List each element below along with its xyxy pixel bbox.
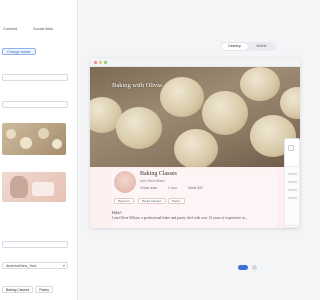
avatar-image-thumbnail[interactable]: [2, 172, 66, 202]
site-preview: Baking with Olivia Baking Classes with O…: [90, 58, 300, 228]
chip-baking-classes[interactable]: Baking Classes: [2, 286, 34, 293]
timezone-value: America/New_York: [6, 264, 37, 268]
category-chips: Baking Classes Pastry: [2, 286, 53, 293]
window-bar: [90, 58, 300, 67]
maximize-dot-icon: [104, 61, 107, 64]
avatar: [114, 171, 136, 193]
editor-tabs: Content Social links: [0, 22, 77, 36]
change-avatar-button[interactable]: Change avatar: [2, 48, 36, 55]
page-indicator-active[interactable]: [238, 265, 248, 270]
preview-pager: [238, 265, 257, 270]
greeting-text: Hello!: [112, 211, 122, 215]
chip-pastry[interactable]: Pastry: [35, 286, 53, 293]
tab-social-links[interactable]: Social links: [33, 26, 53, 31]
app-root: Content Social links Change avatar Ameri…: [0, 0, 300, 300]
cover-image-thumbnail[interactable]: [2, 123, 66, 155]
page-indicator[interactable]: [252, 265, 257, 270]
intro-text: I am Olivia Wilson, a professional baker…: [112, 216, 248, 220]
course-subtitle: with Olivia Wilson: [140, 179, 165, 183]
tag-bread-classes[interactable]: Bread Classes: [138, 198, 166, 204]
course-card: Baking Classes with Olivia Wilson Virtua…: [112, 169, 277, 228]
hero-image: Baking with Olivia: [90, 67, 300, 167]
chevron-down-icon: ▾: [62, 263, 65, 268]
tag-pastry[interactable]: Pastry: [168, 198, 185, 204]
content-section: Baking Classes with Olivia Wilson Virtua…: [90, 167, 300, 228]
calendar-icon: [288, 145, 294, 151]
editor-panel: Content Social links Change avatar Ameri…: [0, 0, 78, 300]
hero-title: Baking with Olivia: [112, 82, 162, 89]
name-field[interactable]: [2, 74, 68, 81]
email-field[interactable]: [2, 241, 68, 248]
timezone-select[interactable]: America/New_York ▾: [2, 262, 68, 269]
mobile-toggle[interactable]: Mobile: [248, 43, 275, 50]
tab-content[interactable]: Content: [3, 26, 17, 31]
desktop-toggle[interactable]: Desktop: [221, 43, 248, 50]
meta-duration: 1 hour: [168, 186, 178, 190]
title-field[interactable]: [2, 101, 68, 108]
tag-beginner[interactable]: Beginner: [114, 198, 135, 204]
meta-price: Starts $30: [188, 186, 203, 190]
course-title: Baking Classes: [140, 171, 177, 177]
device-toggle: Desktop Mobile: [220, 42, 276, 51]
booking-options[interactable]: [284, 166, 300, 226]
meta-location: Virtual class: [140, 186, 158, 190]
minimize-dot-icon: [99, 61, 102, 64]
close-dot-icon: [94, 61, 97, 64]
